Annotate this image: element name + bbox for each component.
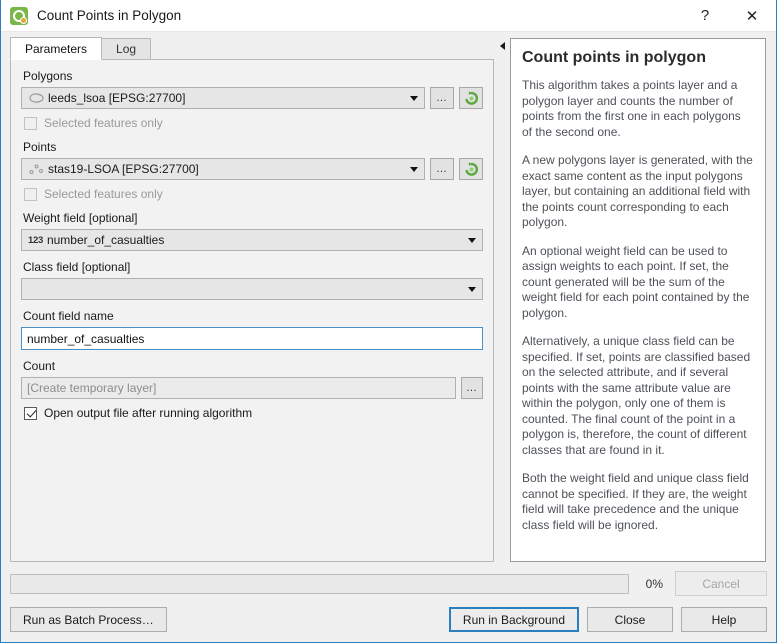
close-icon[interactable]: ✕ bbox=[728, 0, 776, 32]
points-row: stas19-LSOA [EPSG:27700] … bbox=[21, 158, 483, 180]
help-paragraph: An optional weight field can be used to … bbox=[522, 243, 750, 320]
help-title: Count points in polygon bbox=[522, 49, 706, 66]
count-points-in-polygon-dialog: Count Points in Polygon ? ✕ Parameters L… bbox=[0, 0, 777, 643]
open-output-checkbox[interactable] bbox=[24, 406, 37, 420]
count-field-name-label: Count field name bbox=[23, 309, 114, 323]
class-field-label: Class field [optional] bbox=[23, 260, 131, 274]
polygons-value: leeds_lsoa [EPSG:27700] bbox=[48, 91, 186, 105]
open-output-row[interactable]: Open output file after running algorithm bbox=[24, 405, 483, 421]
tab-bar: Parameters Log bbox=[10, 37, 494, 60]
point-layer-icon bbox=[29, 164, 43, 174]
polygons-label: Polygons bbox=[23, 69, 73, 83]
chevron-down-icon bbox=[465, 237, 479, 243]
help-paragraph: This algorithm takes a points layer and … bbox=[522, 78, 741, 139]
points-browse-button[interactable]: … bbox=[430, 158, 454, 180]
button-row: Run as Batch Process… Run in Background … bbox=[10, 607, 767, 632]
polygons-combo[interactable]: leeds_lsoa [EPSG:27700] bbox=[21, 87, 425, 109]
polygons-selected-only-row[interactable]: Selected features only bbox=[24, 115, 483, 131]
weight-field-row: 123 number_of_casualties bbox=[21, 229, 483, 251]
points-value: stas19-LSOA [EPSG:27700] bbox=[48, 162, 199, 176]
open-output-label: Open output file after running algorithm bbox=[44, 406, 253, 420]
count-output-row: [Create temporary layer] … bbox=[21, 377, 483, 399]
count-field-name-input[interactable]: number_of_casualties bbox=[21, 327, 483, 350]
main-split: Parameters Log Polygons leeds_lsoa [EPSG… bbox=[1, 32, 776, 562]
points-combo[interactable]: stas19-LSOA [EPSG:27700] bbox=[21, 158, 425, 180]
polygon-layer-icon bbox=[29, 93, 44, 103]
numeric-field-type-icon: 123 bbox=[28, 234, 43, 246]
chevron-down-icon bbox=[407, 166, 421, 172]
polygons-selected-only-label: Selected features only bbox=[44, 116, 163, 130]
run-as-batch-process-button[interactable]: Run as Batch Process… bbox=[10, 607, 167, 632]
qgis-logo-icon bbox=[10, 6, 28, 25]
weight-field-label: Weight field [optional] bbox=[23, 211, 138, 225]
help-button[interactable]: Help bbox=[681, 607, 767, 632]
title-bar: Count Points in Polygon ? ✕ bbox=[1, 0, 776, 32]
progress-bar bbox=[10, 573, 629, 594]
points-label: Points bbox=[23, 140, 57, 154]
help-panel-collapse-handle[interactable] bbox=[494, 38, 510, 562]
tab-log[interactable]: Log bbox=[101, 38, 152, 60]
cancel-button[interactable]: Cancel bbox=[675, 571, 767, 596]
chevron-down-icon bbox=[407, 95, 421, 101]
points-iterate-button[interactable] bbox=[459, 158, 483, 180]
polygons-row: leeds_lsoa [EPSG:27700] … bbox=[21, 87, 483, 109]
class-field-row bbox=[21, 278, 483, 300]
weight-field-value: number_of_casualties bbox=[46, 233, 165, 247]
algorithm-help-panel: Count points in polygon This algorithm t… bbox=[510, 38, 766, 562]
iterate-over-features-icon bbox=[464, 90, 478, 105]
count-output-label: Count bbox=[23, 359, 56, 373]
weight-field-combo[interactable]: 123 number_of_casualties bbox=[21, 229, 483, 251]
parameters-panel: Polygons leeds_lsoa [EPSG:27700] … Selec… bbox=[10, 59, 494, 562]
polygons-browse-button[interactable]: … bbox=[430, 87, 454, 109]
points-selected-only-label: Selected features only bbox=[44, 187, 163, 201]
run-in-background-button[interactable]: Run in Background bbox=[448, 607, 579, 632]
points-selected-only-row[interactable]: Selected features only bbox=[24, 186, 483, 202]
progress-row: 0% Cancel bbox=[10, 571, 767, 596]
iterate-over-features-icon bbox=[464, 161, 478, 176]
help-question-icon[interactable]: ? bbox=[682, 0, 728, 32]
close-button[interactable]: Close bbox=[587, 607, 673, 632]
count-output-browse-button[interactable]: … bbox=[461, 377, 483, 399]
count-output-input[interactable]: [Create temporary layer] bbox=[21, 377, 456, 399]
help-paragraph: Both the weight field and unique class f… bbox=[522, 471, 749, 532]
help-column: Count points in polygon This algorithm t… bbox=[510, 38, 767, 562]
help-paragraph: A new polygons layer is generated, with … bbox=[522, 153, 753, 229]
polygons-selected-only-checkbox[interactable] bbox=[24, 116, 37, 130]
points-selected-only-checkbox[interactable] bbox=[24, 187, 37, 201]
window-title: Count Points in Polygon bbox=[37, 8, 182, 23]
help-paragraph: Alternatively, a unique class field can … bbox=[522, 334, 751, 457]
chevron-down-icon bbox=[465, 286, 479, 292]
dialog-body: Parameters Log Polygons leeds_lsoa [EPSG… bbox=[1, 32, 776, 642]
collapse-left-arrow-icon bbox=[499, 42, 505, 50]
progress-percent-label: 0% bbox=[645, 576, 663, 591]
class-field-combo[interactable] bbox=[21, 278, 483, 300]
footer: 0% Cancel Run as Batch Process… Run in B… bbox=[1, 562, 776, 642]
parameters-column: Parameters Log Polygons leeds_lsoa [EPSG… bbox=[10, 37, 494, 562]
tab-parameters[interactable]: Parameters bbox=[10, 37, 103, 60]
polygons-iterate-button[interactable] bbox=[459, 87, 483, 109]
